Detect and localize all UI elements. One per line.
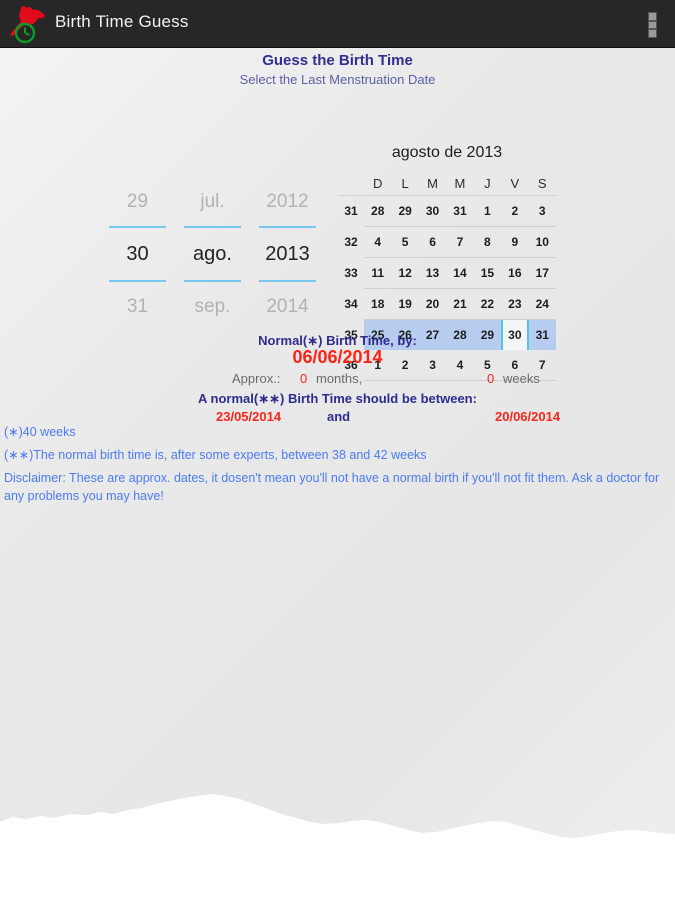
spinner-year[interactable]: 2012 2013 2014	[250, 143, 325, 333]
page-subtitle: Select the Last Menstruation Date	[239, 72, 436, 87]
approx-row: Approx.: 0 months, 0 weeks	[0, 371, 675, 391]
calendar-day[interactable]: 24	[528, 288, 556, 320]
calendar-day[interactable]: 21	[446, 288, 474, 320]
overflow-dot	[647, 12, 657, 21]
weekday-header: J	[473, 171, 502, 196]
calendar-day[interactable]: 12	[391, 257, 419, 289]
spinner-year-current[interactable]: 2013	[250, 243, 325, 266]
calendar-day[interactable]: 13	[418, 257, 447, 289]
spinner-day-previous[interactable]: 29	[100, 191, 175, 213]
weekday-header: L	[391, 171, 419, 196]
calendar-day[interactable]: 11	[364, 257, 392, 289]
range-end-date: 20/06/2014	[495, 409, 561, 424]
weekday-header: M	[418, 171, 447, 196]
spinner-year-divider-bottom	[259, 280, 316, 282]
overflow-dot	[647, 20, 657, 30]
page-content: Guess the Birth Time Select the Last Men…	[0, 48, 675, 900]
calendar-day[interactable]: 4	[364, 226, 392, 258]
footnote-one: (∗)40 weeks	[4, 425, 76, 439]
date-picker-spinners[interactable]: 29 30 31 jul. ago. sep. 2012 2013 2014	[100, 143, 325, 333]
spinner-year-divider-top	[259, 226, 316, 228]
calendar-day[interactable]: 23	[501, 288, 529, 320]
calendar-day[interactable]: 8	[473, 226, 502, 258]
spinner-month-divider-top	[184, 226, 241, 228]
approx-months-value: 0	[300, 371, 308, 386]
weekday-header: D	[364, 171, 392, 196]
weekday-header: S	[528, 171, 556, 196]
calendar-month-title: agosto de 2013	[391, 144, 503, 161]
footnotes: (∗)40 weeks (∗∗)The normal birth time is…	[4, 423, 671, 505]
spinner-month-divider-bottom	[184, 280, 241, 282]
calendar-day[interactable]: 22	[473, 288, 502, 320]
calendar-day[interactable]: 7	[446, 226, 474, 258]
calendar-day[interactable]: 5	[391, 226, 419, 258]
calendar-day[interactable]: 2	[501, 195, 529, 227]
overflow-menu-icon[interactable]	[647, 12, 657, 39]
spinner-day-current[interactable]: 30	[100, 243, 175, 266]
week-number: 34	[344, 297, 358, 311]
range-start-date: 23/05/2014	[216, 409, 282, 424]
week-number: 33	[344, 266, 358, 280]
week-number-header	[338, 171, 364, 196]
calendar-day[interactable]: 15	[473, 257, 502, 289]
approx-months-unit: months,	[316, 371, 363, 386]
approx-weeks-value: 0	[487, 371, 495, 386]
calendar-day[interactable]: 31	[446, 195, 474, 227]
overflow-dot	[647, 29, 657, 39]
calendar-day[interactable]: 30	[418, 195, 447, 227]
weekday-header: V	[501, 171, 529, 196]
calendar-day[interactable]: 14	[446, 257, 474, 289]
range-conjunction: and	[327, 409, 351, 424]
disclaimer-text: Disclaimer: These are approx. dates, it …	[4, 471, 660, 503]
calendar-week-row: 33 11 12 13 14 15 16 17	[338, 257, 556, 289]
spinner-day-divider-bottom	[109, 280, 166, 282]
spinner-month[interactable]: jul. ago. sep.	[175, 143, 250, 333]
spinner-day[interactable]: 29 30 31	[100, 143, 175, 333]
calendar-day[interactable]: 20	[418, 288, 447, 320]
calendar-day[interactable]: 29	[391, 195, 419, 227]
normal-birth-time-date: 06/06/2014	[292, 347, 383, 367]
spinner-month-current[interactable]: ago.	[175, 243, 250, 266]
page-title: Guess the Birth Time	[262, 52, 413, 69]
spinner-month-next[interactable]: sep.	[175, 296, 250, 318]
calendar-day[interactable]: 10	[528, 226, 556, 258]
approx-label: Approx.:	[232, 371, 281, 386]
spinner-year-previous[interactable]: 2012	[250, 191, 325, 213]
calendar-day[interactable]: 6	[418, 226, 447, 258]
approx-weeks-unit: weeks	[503, 371, 540, 386]
stork-clock-logo-icon	[8, 3, 50, 45]
torn-paper-edge	[0, 794, 675, 900]
calendar-day[interactable]: 16	[501, 257, 529, 289]
calendar-day[interactable]: 1	[473, 195, 502, 227]
calendar-day[interactable]: 3	[528, 195, 556, 227]
calendar-day[interactable]: 19	[391, 288, 419, 320]
calendar-day[interactable]: 9	[501, 226, 529, 258]
week-number: 32	[344, 235, 358, 249]
weekday-header: M	[446, 171, 474, 196]
calendar-week-row: 31 28 29 30 31 1 2 3	[338, 195, 556, 227]
spinner-day-divider-top	[109, 226, 166, 228]
calendar-day[interactable]: 18	[364, 288, 392, 320]
spinner-month-previous[interactable]: jul.	[175, 191, 250, 213]
calendar-week-row: 34 18 19 20 21 22 23 24	[338, 288, 556, 320]
app-title: Birth Time Guess	[55, 12, 189, 31]
result-panel: Normal(∗) Birth Time, by: 06/06/2014 App…	[0, 333, 675, 431]
calendar-weekday-header-row: D L M M J V S	[338, 171, 556, 196]
title-bar: Birth Time Guess	[0, 0, 675, 48]
birth-range-label: A normal(∗∗) Birth Time should be betwee…	[198, 391, 477, 406]
spinner-year-next[interactable]: 2014	[250, 296, 325, 318]
week-number: 31	[344, 204, 358, 219]
calendar-day[interactable]: 28	[364, 195, 392, 227]
spinner-day-next[interactable]: 31	[100, 296, 175, 318]
app-screen: Birth Time Guess Guess the Birth Time Se…	[0, 0, 675, 900]
calendar-day[interactable]: 17	[528, 257, 556, 289]
footnote-two: (∗∗)The normal birth time is, after some…	[4, 448, 427, 462]
calendar-week-row: 32 4 5 6 7 8 9 10	[338, 226, 556, 258]
